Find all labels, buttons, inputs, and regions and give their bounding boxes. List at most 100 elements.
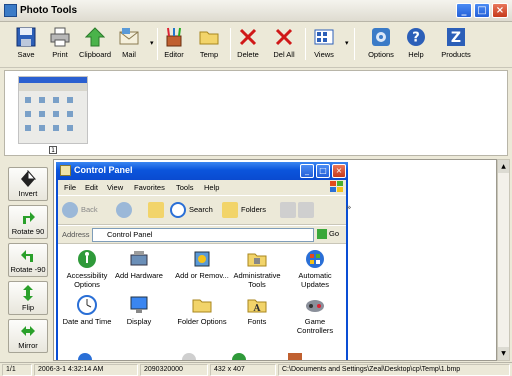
invert-button[interactable]: Invert bbox=[8, 167, 48, 201]
maximize-button[interactable]: □ bbox=[474, 3, 490, 18]
delete-button[interactable]: Delete bbox=[228, 25, 268, 65]
status-index: 1/1 bbox=[2, 364, 32, 376]
cp-item-accessibility: Accessibility Options bbox=[58, 249, 116, 289]
svg-text:?: ? bbox=[412, 31, 420, 46]
viewer-expand-chevron-icon: » bbox=[346, 203, 352, 212]
move-to-icon bbox=[280, 202, 296, 218]
rotate-90-button[interactable]: Rotate 90 bbox=[8, 205, 48, 239]
clipboard-arrow-icon bbox=[85, 27, 105, 47]
help-question-icon: ? bbox=[407, 28, 425, 46]
thumbnail-preview bbox=[19, 77, 87, 131]
cp-item-fonts: A Fonts bbox=[228, 295, 286, 326]
status-file-path: C:\Documents and Settings\Zeal\Desktop\c… bbox=[278, 364, 510, 376]
status-file-size: 2090320000 bbox=[140, 364, 208, 376]
views-button[interactable]: Views bbox=[304, 25, 344, 65]
paint-brushes-icon bbox=[166, 27, 182, 47]
mirror-horizontal-arrows-icon bbox=[21, 326, 35, 336]
minimize-button[interactable]: _ bbox=[456, 3, 472, 18]
go-arrow-icon bbox=[317, 229, 327, 240]
temp-button[interactable]: Temp bbox=[189, 25, 229, 65]
app-icon bbox=[4, 4, 17, 17]
address-label: Address bbox=[62, 230, 90, 239]
cp-move-to-button bbox=[280, 202, 299, 218]
cp-folders-button: Folders bbox=[222, 202, 266, 218]
cp-search-button: Search bbox=[170, 202, 213, 218]
delete-x-icon bbox=[239, 28, 257, 46]
control-panel-title: Control Panel bbox=[74, 165, 133, 175]
thumbnail-image[interactable] bbox=[18, 76, 88, 144]
date-time-clock-icon bbox=[77, 295, 97, 315]
back-arrow-icon bbox=[62, 202, 78, 218]
control-panel-items: Accessibility Options Add Hardware Add o… bbox=[58, 245, 346, 360]
products-button[interactable]: Z Products bbox=[436, 25, 476, 65]
cp-item-add-hardware: Add Hardware bbox=[110, 249, 168, 280]
title-bar: Photo Tools _ □ × bbox=[0, 0, 512, 22]
flip-vertical-arrows-icon bbox=[23, 285, 33, 301]
address-field: Control Panel bbox=[92, 228, 314, 242]
cp-forward-button bbox=[116, 202, 135, 218]
editor-button[interactable]: Editor bbox=[154, 25, 194, 65]
status-datetime: 2006-3-1 4:32:14 AM bbox=[34, 364, 138, 376]
folder-icon bbox=[199, 31, 219, 45]
cp-item-add-remove: Add or Remov... bbox=[174, 249, 230, 280]
cp-menu-favorites: Favorites bbox=[134, 183, 165, 192]
cp-menu-view: View bbox=[107, 183, 124, 192]
close-button[interactable]: × bbox=[492, 3, 508, 18]
windows-flag-icon bbox=[330, 181, 343, 192]
cp-item-folder-options: Folder Options bbox=[174, 295, 230, 326]
search-icon bbox=[170, 202, 186, 218]
control-panel-address-bar: Address Control Panel Go bbox=[58, 226, 346, 244]
control-panel-menu: File Edit View Favorites Tools Help bbox=[58, 180, 346, 195]
scroll-down-arrow-icon[interactable]: ▼ bbox=[498, 347, 509, 360]
help-button[interactable]: ? Help bbox=[396, 25, 436, 65]
add-hardware-icon bbox=[130, 251, 148, 266]
cp-menu-help: Help bbox=[204, 183, 220, 192]
administrative-tools-icon bbox=[247, 253, 267, 267]
thumbnail-index-badge: 1 bbox=[49, 146, 57, 154]
delete-all-button[interactable]: Del All bbox=[264, 25, 304, 65]
svg-text:Z: Z bbox=[451, 30, 461, 46]
status-dimensions: 432 x 407 bbox=[210, 364, 276, 376]
fonts-folder-icon: A bbox=[247, 299, 267, 314]
image-viewer[interactable]: Control Panel _ □ × File Edit View Favor… bbox=[53, 159, 497, 361]
views-grid-icon bbox=[314, 29, 334, 45]
cp-up-button bbox=[148, 202, 167, 218]
print-button[interactable]: Print bbox=[40, 25, 80, 65]
mirror-button[interactable]: Mirror bbox=[8, 319, 48, 353]
delete-all-x-icon bbox=[275, 28, 293, 46]
scroll-up-arrow-icon[interactable]: ▲ bbox=[498, 160, 509, 173]
cp-menu-file: File bbox=[64, 183, 77, 192]
cp-minimize-button: _ bbox=[300, 164, 314, 178]
add-remove-programs-icon bbox=[194, 251, 210, 267]
mail-button[interactable]: Mail bbox=[109, 25, 149, 65]
viewer-vertical-scrollbar[interactable]: ▲ ▼ bbox=[497, 159, 510, 361]
forward-arrow-icon bbox=[116, 202, 132, 218]
cp-menu-edit: Edit bbox=[85, 183, 98, 192]
thumbnail-strip[interactable]: 1 bbox=[4, 70, 508, 156]
cp-items-next-row-partial bbox=[78, 353, 328, 360]
accessibility-icon bbox=[78, 250, 96, 268]
svg-text:»: » bbox=[346, 203, 352, 212]
display-monitor-icon bbox=[130, 296, 148, 313]
cp-close-button: × bbox=[332, 164, 346, 178]
cp-menu-tools: Tools bbox=[176, 183, 194, 192]
status-bar: 1/1 2006-3-1 4:32:14 AM 2090320000 432 x… bbox=[0, 362, 512, 376]
automatic-updates-icon bbox=[306, 250, 324, 268]
cp-item-automatic-updates: Automatic Updates bbox=[286, 249, 344, 289]
invert-diamond-icon bbox=[21, 170, 36, 187]
products-z-icon: Z bbox=[447, 28, 465, 46]
copy-to-icon bbox=[298, 202, 314, 218]
control-panel-title-bar: Control Panel _ □ × bbox=[56, 162, 348, 180]
cp-item-date-time: Date and Time bbox=[58, 295, 116, 326]
flip-button[interactable]: Flip bbox=[8, 281, 48, 315]
rotate-neg-90-button[interactable]: Rotate -90 bbox=[8, 243, 48, 277]
cp-item-game-controllers: Game Controllers bbox=[286, 295, 344, 335]
toolbar-separator bbox=[354, 28, 355, 60]
options-button[interactable]: Options bbox=[361, 25, 401, 65]
control-panel-icon bbox=[60, 165, 71, 176]
mail-dropdown-icon[interactable]: ▾ bbox=[150, 39, 154, 47]
views-dropdown-icon[interactable]: ▾ bbox=[345, 39, 349, 47]
game-controller-icon bbox=[306, 300, 324, 312]
rotate-left-arrow-icon bbox=[21, 250, 33, 262]
control-panel-toolbar: Back Search Folders bbox=[58, 195, 346, 225]
